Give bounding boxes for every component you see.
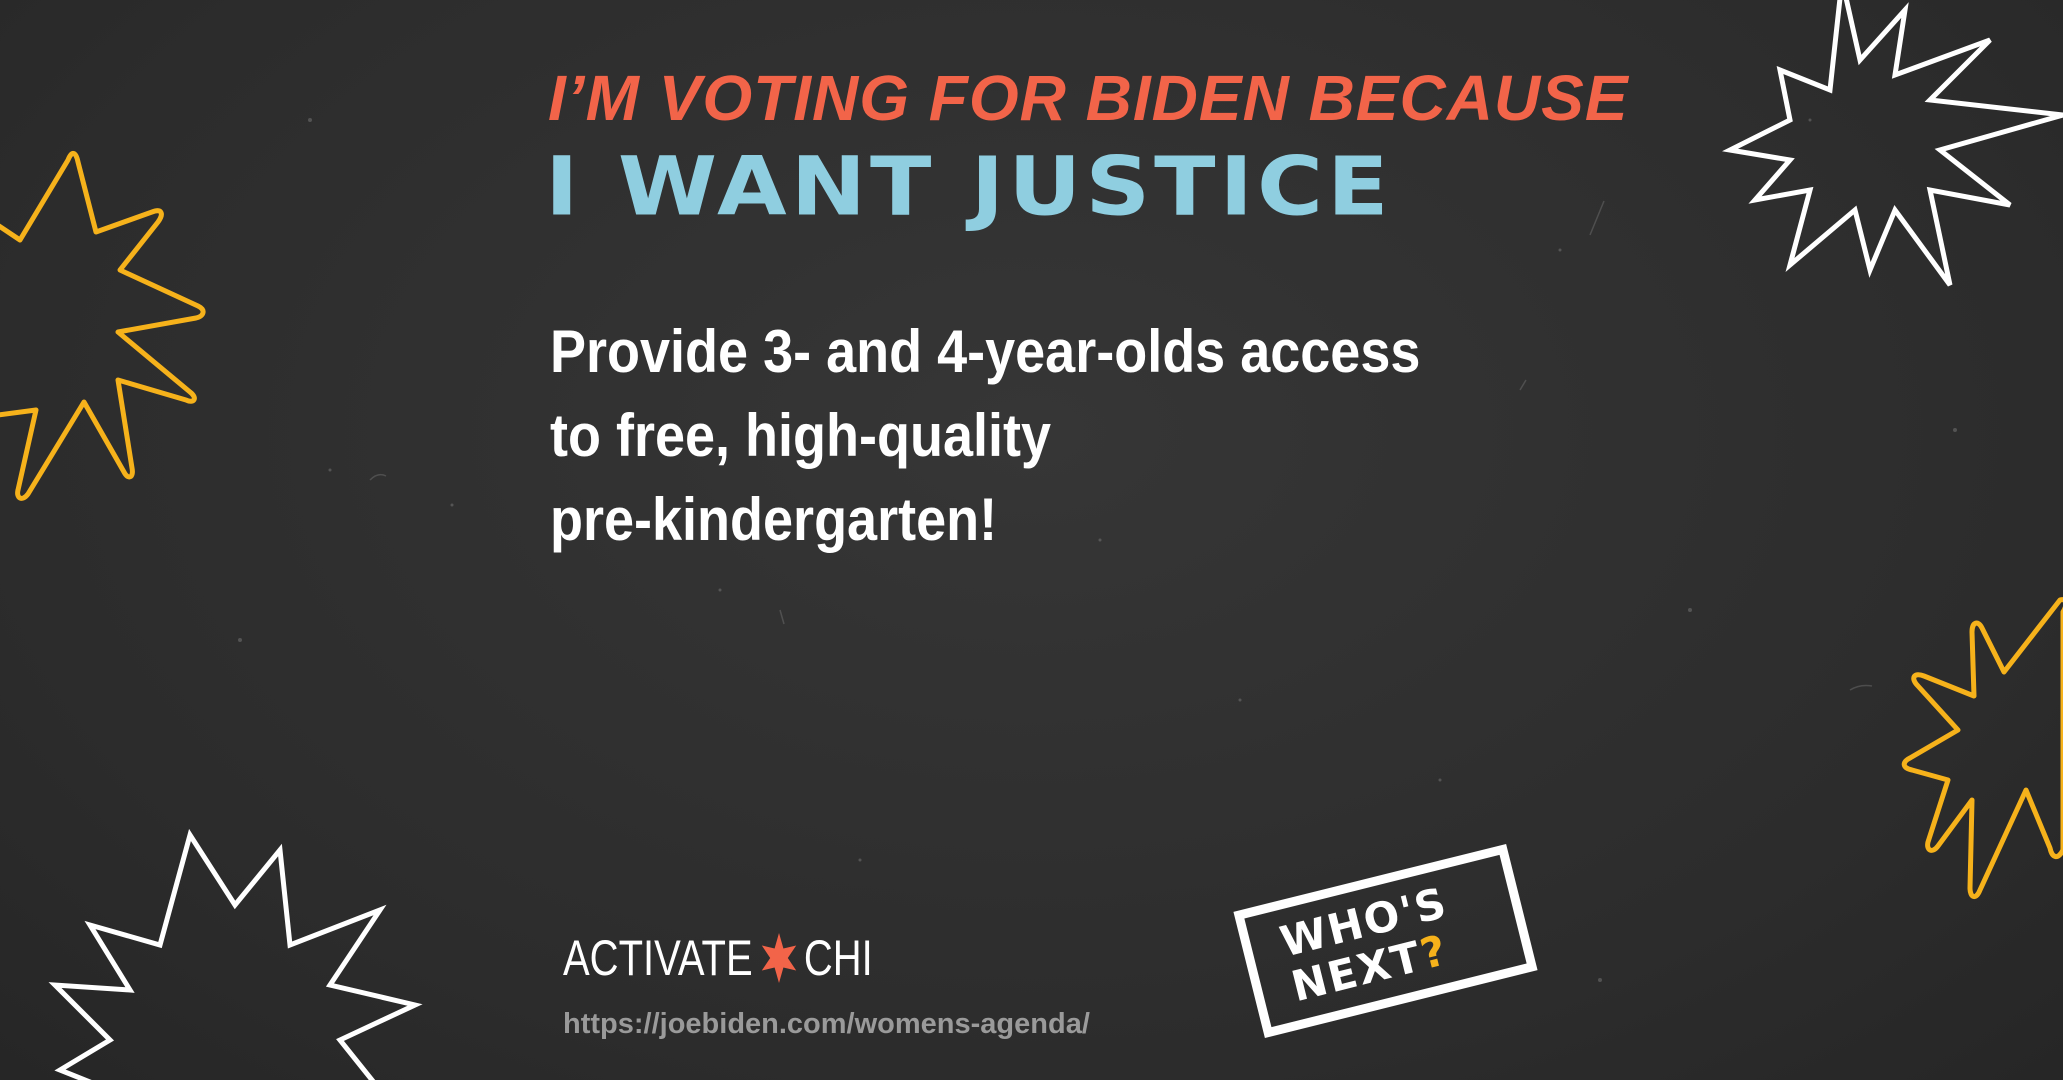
policy-line: to free, high-quality bbox=[550, 402, 1052, 469]
poster-canvas: I’M VOTING FOR BIDEN BECAUSE I WANT JUST… bbox=[0, 0, 2063, 1080]
six-point-star-icon bbox=[761, 933, 797, 983]
policy-line: Provide 3- and 4-year-olds access bbox=[550, 318, 1421, 385]
policy-statement: Provide 3- and 4-year-olds access to fre… bbox=[550, 310, 1450, 562]
activate-chi-logo: ACTIVATE CHI bbox=[563, 928, 873, 988]
policy-line: pre-kindergarten! bbox=[550, 486, 998, 553]
headline-voting-line: I’M VOTING FOR BIDEN BECAUSE bbox=[548, 62, 1629, 134]
headline-justice-line: I WANT JUSTICE bbox=[545, 139, 1393, 235]
starburst-outline-white-icon bbox=[1722, 0, 2063, 287]
starburst-outline-yellow-icon bbox=[0, 151, 206, 501]
starburst-outline-yellow-icon bbox=[1901, 597, 2063, 899]
source-url: https://joebiden.com/womens-agenda/ bbox=[563, 1008, 1090, 1040]
starburst-outline-white-icon bbox=[48, 828, 423, 1080]
brand-right-text: CHI bbox=[803, 930, 873, 986]
brand-left-text: ACTIVATE bbox=[563, 930, 753, 986]
